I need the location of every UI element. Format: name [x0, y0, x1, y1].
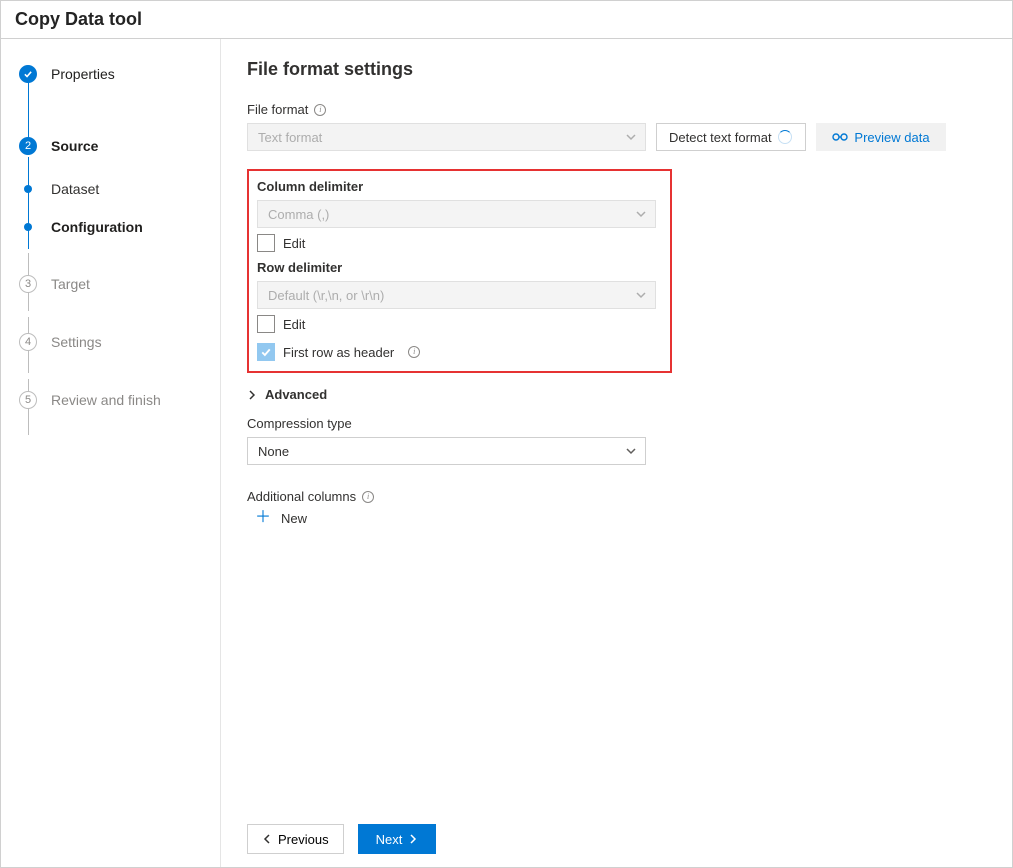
- step-label: Review and finish: [51, 392, 161, 408]
- step-source[interactable]: 2 Source: [19, 137, 204, 155]
- step-number: 3: [19, 275, 37, 293]
- file-format-select[interactable]: Text format: [247, 123, 646, 151]
- step-review[interactable]: 5 Review and finish: [19, 391, 204, 409]
- chevron-right-icon: [247, 390, 257, 400]
- step-label: Properties: [51, 66, 115, 82]
- plus-icon: ＋: [255, 510, 271, 526]
- compression-type-label: Compression type: [247, 416, 352, 431]
- row-delimiter-select[interactable]: Default (\r,\n, or \r\n): [257, 281, 656, 309]
- wizard-footer: Previous Next: [247, 811, 980, 867]
- substep-configuration[interactable]: Configuration: [19, 219, 204, 235]
- info-icon[interactable]: i: [362, 491, 374, 503]
- copy-data-tool-window: Copy Data tool Properties 2: [0, 0, 1013, 868]
- step-settings[interactable]: 4 Settings: [19, 333, 204, 351]
- substep-dataset[interactable]: Dataset: [19, 181, 204, 197]
- column-delimiter-label: Column delimiter: [257, 179, 363, 194]
- column-delimiter-value: Comma (,): [268, 207, 329, 222]
- chevron-down-icon: [625, 131, 637, 143]
- wizard-sidebar: Properties 2 Source Dataset Configuratio…: [1, 39, 221, 867]
- column-delimiter-select[interactable]: Comma (,): [257, 200, 656, 228]
- step-label: Source: [51, 138, 98, 154]
- previous-button[interactable]: Previous: [247, 824, 344, 854]
- advanced-expander[interactable]: Advanced: [247, 387, 980, 402]
- edit-label: Edit: [283, 236, 305, 251]
- file-format-label: File format: [247, 102, 308, 117]
- check-icon: [19, 65, 37, 83]
- info-icon[interactable]: i: [408, 346, 420, 358]
- substep-label: Configuration: [51, 219, 143, 235]
- window-title: Copy Data tool: [15, 9, 142, 30]
- row-delimiter-label: Row delimiter: [257, 260, 342, 275]
- detect-text-format-button[interactable]: Detect text format: [656, 123, 806, 151]
- step-label: Settings: [51, 334, 102, 350]
- file-format-value: Text format: [258, 130, 322, 145]
- step-number: 5: [19, 391, 37, 409]
- column-delim-edit-checkbox[interactable]: [257, 234, 275, 252]
- row-delim-edit-checkbox[interactable]: [257, 315, 275, 333]
- step-properties[interactable]: Properties: [19, 65, 204, 83]
- substep-dot-icon: [24, 223, 32, 231]
- file-format-row: File format i Text format Detect text fo…: [247, 102, 980, 151]
- compression-type-value: None: [258, 444, 289, 459]
- step-label: Target: [51, 276, 90, 292]
- row-delimiter-value: Default (\r,\n, or \r\n): [268, 288, 384, 303]
- chevron-down-icon: [635, 208, 647, 220]
- step-number: 2: [19, 137, 37, 155]
- info-icon[interactable]: i: [314, 104, 326, 116]
- preview-data-button[interactable]: Preview data: [816, 123, 946, 151]
- substep-dot-icon: [24, 185, 32, 193]
- step-target[interactable]: 3 Target: [19, 275, 204, 293]
- step-number: 4: [19, 333, 37, 351]
- main-panel: File format settings File format i Text …: [221, 39, 1012, 867]
- next-button[interactable]: Next: [358, 824, 437, 854]
- additional-columns-label: Additional columns: [247, 489, 356, 504]
- titlebar: Copy Data tool: [1, 1, 1012, 39]
- chevron-down-icon: [625, 445, 637, 457]
- first-row-header-label: First row as header: [283, 345, 394, 360]
- preview-icon: [832, 130, 848, 144]
- first-row-header-checkbox[interactable]: [257, 343, 275, 361]
- add-column-button[interactable]: ＋ New: [247, 510, 980, 526]
- compression-type-select[interactable]: None: [247, 437, 646, 465]
- chevron-down-icon: [635, 289, 647, 301]
- edit-label: Edit: [283, 317, 305, 332]
- substep-label: Dataset: [51, 181, 99, 197]
- delimiter-highlight-group: Column delimiter Comma (,) Edit Row deli…: [247, 169, 672, 373]
- body: Properties 2 Source Dataset Configuratio…: [1, 39, 1012, 867]
- page-title: File format settings: [247, 59, 980, 80]
